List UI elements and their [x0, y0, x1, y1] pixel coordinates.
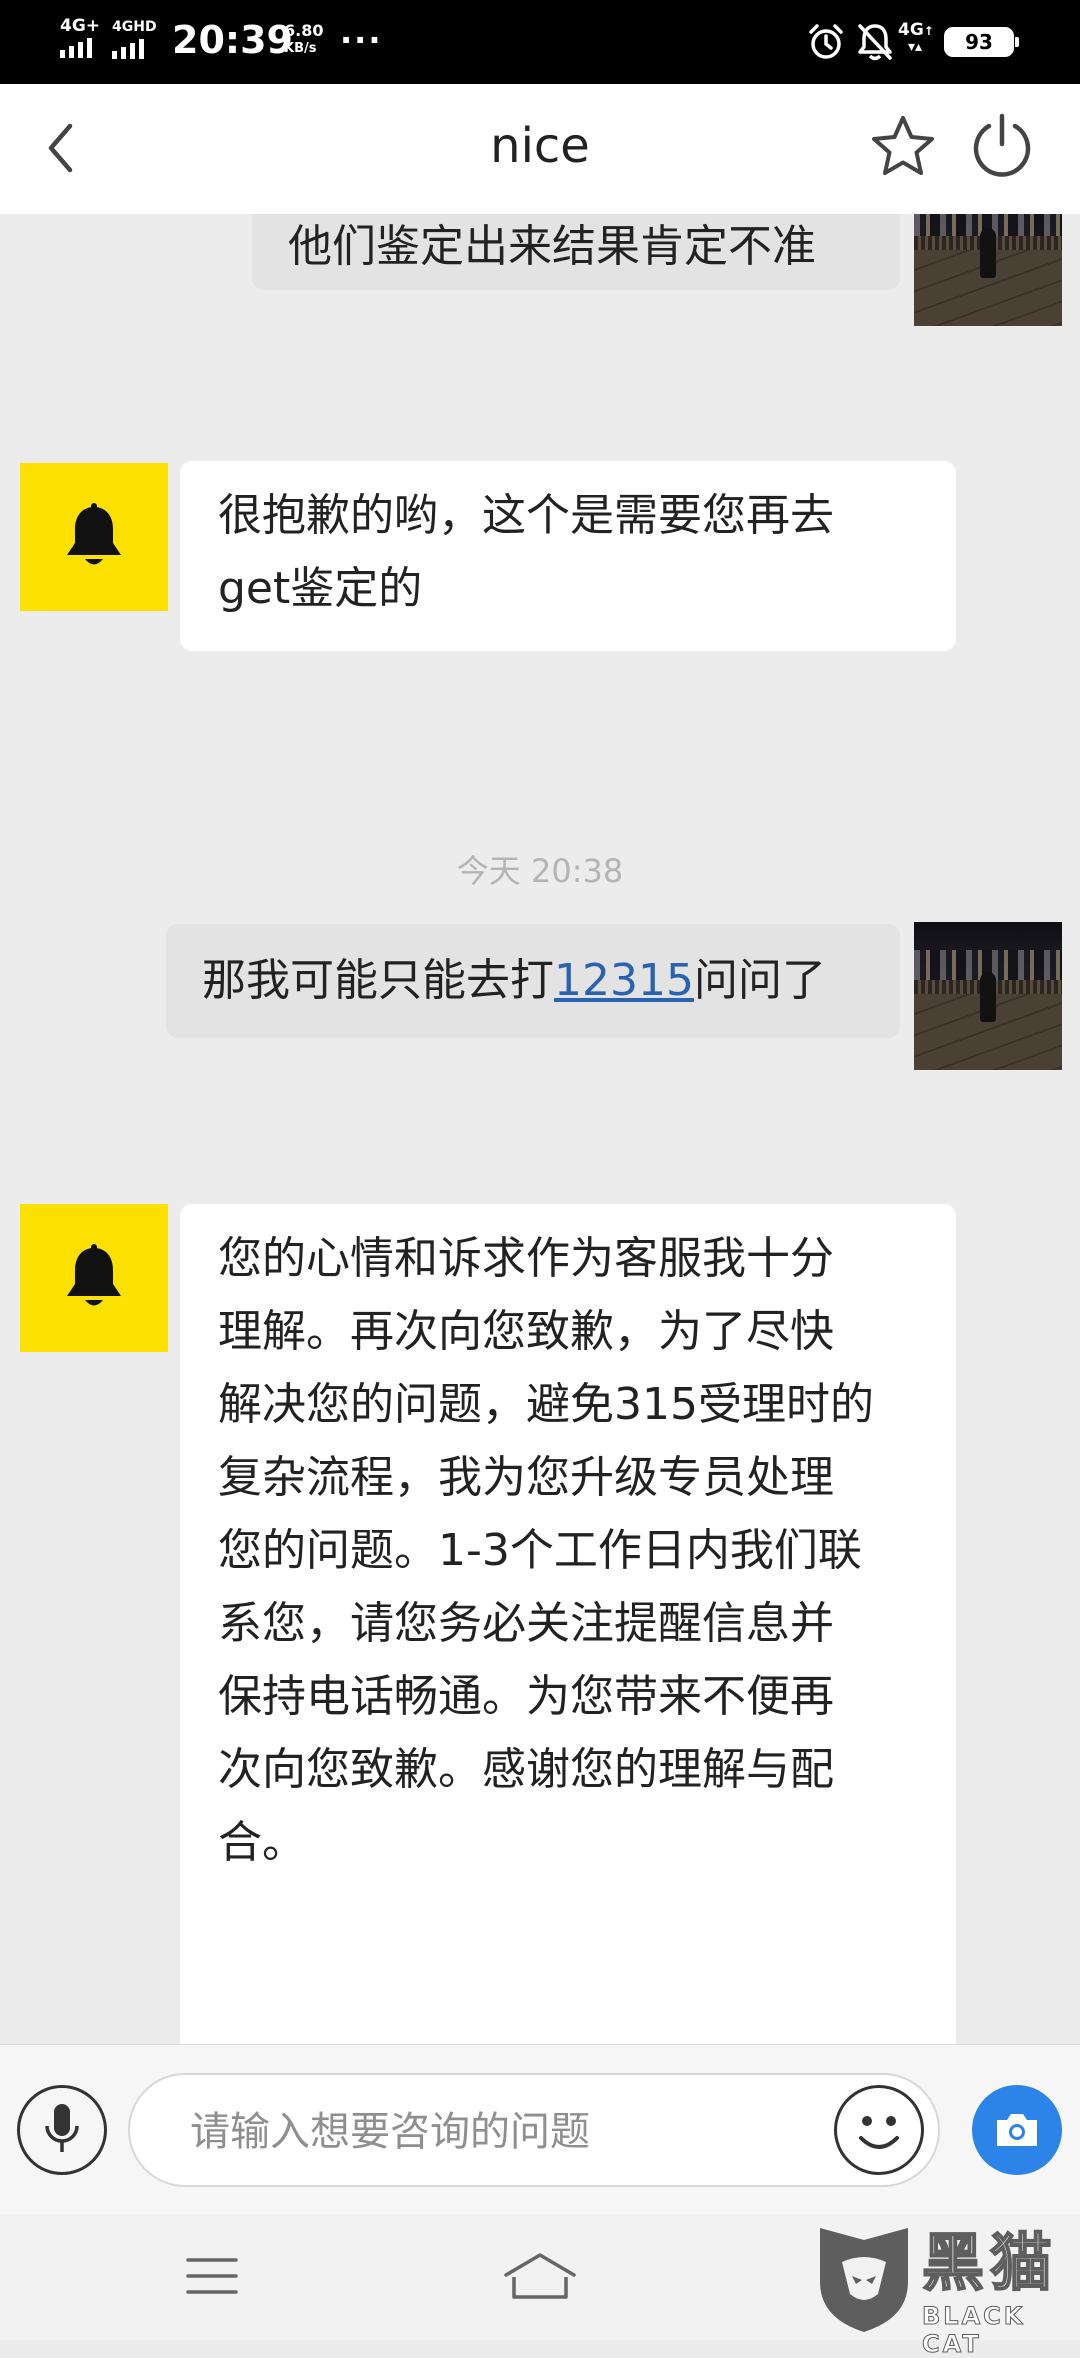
bell-icon	[67, 1244, 121, 1306]
mic-icon	[45, 2104, 79, 2152]
bot-avatar[interactable]	[20, 1204, 168, 1352]
message-text-line: 解决您的问题，避免315受理时的	[218, 1379, 874, 1430]
message-text-line: 系您，请您务必关注提醒信息并	[218, 1598, 834, 1649]
message-text: 那我可能只能去打	[202, 955, 554, 1006]
message-text-field[interactable]	[188, 2103, 752, 2161]
message-text-line: 您的问题。1-3个工作日内我们联	[218, 1525, 862, 1576]
camera-icon	[997, 2114, 1037, 2146]
menu-icon	[186, 2258, 238, 2294]
user-avatar[interactable]	[914, 922, 1062, 1070]
message-text-line: get鉴定的	[218, 563, 423, 614]
bot-avatar[interactable]	[20, 463, 168, 611]
signal-4ghd: 4GHD	[112, 18, 157, 59]
signal-4g-plus: 4G+	[60, 18, 100, 58]
home-button[interactable]	[502, 2244, 578, 2308]
signal-label-1: 4G+	[60, 16, 101, 36]
signal-4g-indicator: 4G↑ ▾▴	[898, 20, 934, 55]
menu-button[interactable]	[180, 2244, 244, 2308]
network-speed-unit: KB/s	[284, 41, 317, 56]
power-icon	[973, 113, 1031, 177]
message-text-line: 复杂流程，我为您升级专员处理	[218, 1452, 834, 1503]
message-text: 问问了	[693, 955, 826, 1006]
phone-number-link[interactable]: 12315	[554, 955, 694, 1006]
more-notifications-indicator: ···	[340, 21, 383, 59]
exit-button[interactable]	[964, 108, 1040, 184]
message-text-line: 保持电话畅通。为您带来不便再	[218, 1671, 834, 1722]
message-text-line: 次向您致歉。感谢您的理解与配	[218, 1744, 834, 1795]
message-bubble-bot: 您的心情和诉求作为客服我十分 理解。再次向您致歉，为了尽快 解决您的问题，避免3…	[180, 1204, 956, 2044]
battery-indicator: 93	[944, 27, 1019, 57]
camera-button[interactable]	[972, 2085, 1062, 2175]
signal-bars-icon	[60, 36, 100, 58]
black-cat-shield-icon	[820, 2228, 908, 2332]
message-input[interactable]	[128, 2073, 940, 2187]
status-time: 20:39	[172, 18, 293, 62]
message-bubble-user: 那我可能只能去打12315问问了	[166, 924, 900, 1038]
message-text-line: 理解。再次向您致歉，为了尽快	[218, 1306, 834, 1357]
status-bar: 4G+ 4GHD 20:39 6.80 KB/s ··· 4G↑ ▾▴ 93	[0, 0, 1080, 84]
message-text: 他们鉴定出来结果肯定不准	[288, 221, 816, 272]
signal-bars-icon	[112, 37, 157, 59]
star-icon	[872, 116, 934, 175]
message-text-line: 您的心情和诉求作为客服我十分	[218, 1233, 834, 1284]
black-cat-watermark: 黑猫 BLACK CAT	[810, 2214, 1080, 2358]
emoji-icon	[859, 2116, 899, 2149]
watermark-text-cn: 黑猫	[921, 2226, 1059, 2299]
mute-notifications-icon	[856, 22, 894, 66]
network-speed-value: 6.80	[284, 21, 324, 40]
signal-label-2: 4GHD	[112, 19, 157, 35]
bell-icon	[67, 503, 121, 565]
alarm-icon	[806, 22, 846, 66]
watermark-text-en: BLACK CAT	[922, 2302, 1026, 2358]
message-text-line: 很抱歉的哟，这个是需要您再去	[218, 490, 834, 541]
message-input-bar	[0, 2044, 1080, 2215]
emoji-button[interactable]	[834, 2085, 924, 2175]
chat-messages[interactable]: 他们鉴定出来结果肯定不准 很抱歉的哟，这个是需要您再去 get鉴定的 今天 20…	[0, 214, 1080, 2044]
message-timestamp: 今天 20:38	[456, 852, 624, 890]
voice-input-button[interactable]	[17, 2085, 107, 2175]
network-speed: 6.80 KB/s	[284, 22, 323, 58]
message-bubble-user: 他们鉴定出来结果肯定不准	[252, 214, 900, 290]
user-avatar[interactable]	[914, 214, 1062, 326]
message-text-line: 合。	[218, 1817, 306, 1868]
favorite-button[interactable]	[866, 110, 940, 184]
message-bubble-bot: 很抱歉的哟，这个是需要您再去 get鉴定的	[180, 461, 956, 651]
chat-header: nice	[0, 84, 1080, 214]
home-icon	[504, 2253, 576, 2299]
signal-label-3: 4G	[898, 20, 924, 40]
